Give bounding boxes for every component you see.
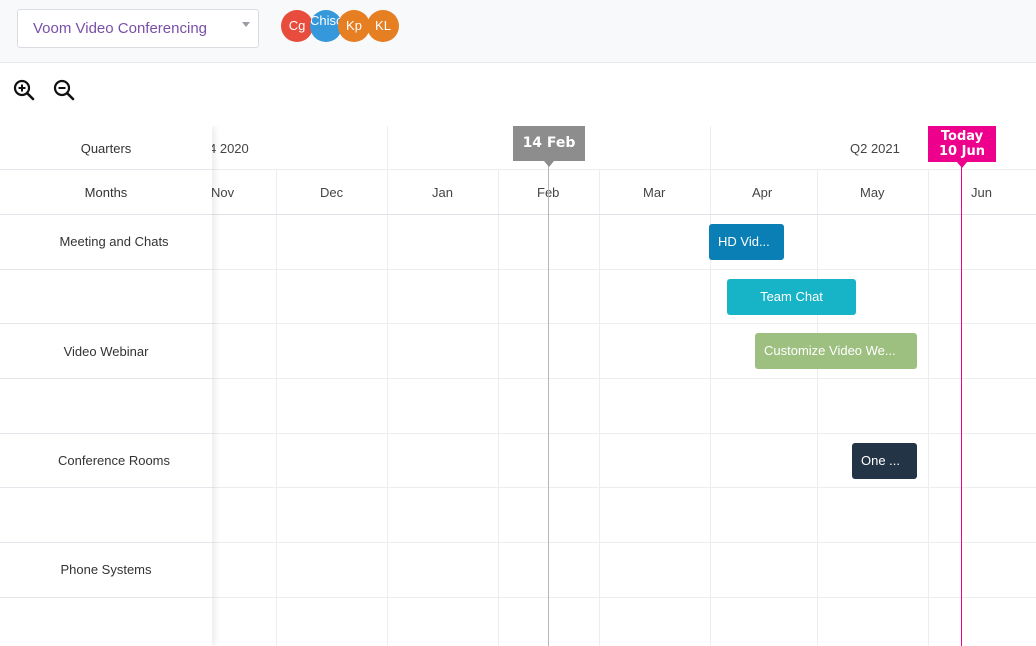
grid-line bbox=[928, 170, 929, 646]
month-label: Jun bbox=[971, 185, 992, 200]
today-date: 10 Jun bbox=[939, 144, 985, 159]
month-label: Mar bbox=[643, 185, 666, 200]
group-label[interactable]: Video Webinar bbox=[0, 344, 212, 359]
panel-divider bbox=[0, 378, 212, 379]
panel-divider bbox=[0, 433, 212, 434]
grid-line bbox=[710, 126, 711, 646]
panel-divider bbox=[0, 323, 212, 324]
current-date-label: 14 Feb bbox=[522, 135, 576, 151]
top-bar: Voom Video Conferencing Cg Chisc Test Kp… bbox=[0, 0, 1036, 63]
zoom-in-icon bbox=[13, 79, 35, 101]
panel-divider bbox=[0, 169, 212, 170]
grid-line bbox=[817, 170, 818, 646]
zoom-in-button[interactable] bbox=[12, 78, 36, 102]
grid-line bbox=[387, 126, 388, 646]
quarter-label: Q2 2021 bbox=[850, 141, 900, 156]
current-date-line bbox=[548, 162, 549, 646]
quarters-row-label: Quarters bbox=[80, 141, 132, 156]
group-label[interactable]: Phone Systems bbox=[0, 562, 212, 577]
task-bar[interactable]: Customize Video We... bbox=[755, 333, 917, 369]
avatar[interactable]: Kp bbox=[338, 10, 370, 42]
gantt-chart: 4 2020 Q2 2021 Nov Dec Jan Feb Mar Apr M… bbox=[0, 126, 1036, 646]
task-bar[interactable]: Team Chat bbox=[727, 279, 856, 315]
row-label-panel: Quarters Months Meeting and Chats Video … bbox=[0, 126, 212, 646]
avatar[interactable]: Cg bbox=[281, 10, 313, 42]
panel-divider bbox=[0, 487, 212, 488]
task-bar[interactable]: One ... bbox=[852, 443, 917, 479]
panel-divider bbox=[0, 542, 212, 543]
month-label: Nov bbox=[211, 185, 235, 200]
month-label: Dec bbox=[320, 185, 344, 200]
task-bar[interactable]: HD Vid... bbox=[709, 224, 784, 260]
project-selector[interactable]: Voom Video Conferencing bbox=[17, 9, 259, 48]
grid-line bbox=[599, 170, 600, 646]
month-label: Jan bbox=[432, 185, 453, 200]
chevron-down-icon bbox=[242, 22, 250, 27]
group-label[interactable]: Conference Rooms bbox=[8, 453, 220, 468]
panel-divider bbox=[0, 269, 212, 270]
panel-divider bbox=[0, 214, 212, 215]
zoom-out-icon bbox=[53, 79, 75, 101]
group-label[interactable]: Meeting and Chats bbox=[8, 234, 220, 249]
today-line bbox=[961, 162, 962, 646]
panel-divider bbox=[0, 597, 212, 598]
month-label: May bbox=[860, 185, 885, 200]
today-arrow bbox=[957, 162, 967, 168]
today-flag: Today 10 Jun bbox=[928, 126, 996, 168]
today-label: Today bbox=[940, 129, 984, 144]
current-date-flag: 14 Feb bbox=[513, 126, 585, 167]
grid-line bbox=[498, 170, 499, 646]
quarter-label: 4 2020 bbox=[209, 141, 249, 156]
current-date-arrow bbox=[544, 161, 554, 167]
zoom-out-button[interactable] bbox=[52, 78, 76, 102]
month-label: Apr bbox=[752, 185, 773, 200]
months-row-label: Months bbox=[84, 185, 128, 200]
grid-line bbox=[276, 170, 277, 646]
avatar[interactable]: KL bbox=[367, 10, 399, 42]
project-selector-value: Voom Video Conferencing bbox=[33, 20, 208, 37]
